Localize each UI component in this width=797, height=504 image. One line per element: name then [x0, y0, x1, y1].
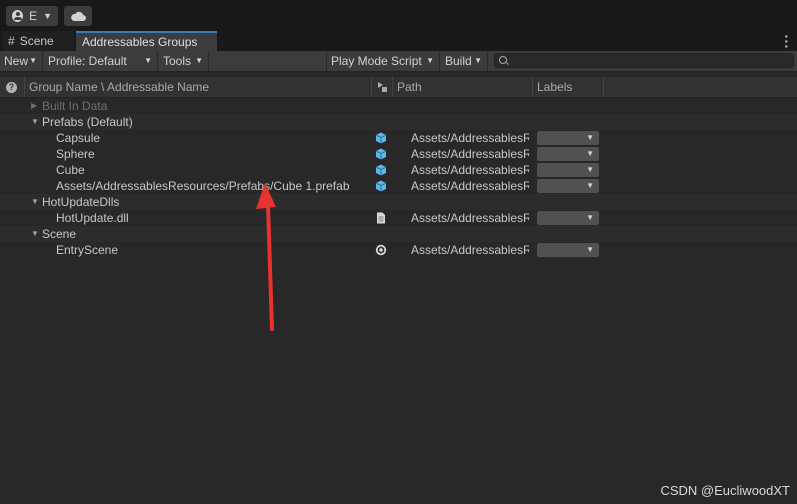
group-name: HotUpdateDlls [42, 195, 120, 209]
entry-name: Capsule [56, 131, 101, 145]
group-row-prefabs[interactable]: ▼ Prefabs (Default) [0, 114, 797, 130]
entry-path: Assets/AddressablesR [411, 243, 529, 257]
expand-arrow-icon[interactable]: ▶ [31, 98, 37, 114]
document-icon [377, 212, 385, 224]
entry-name: Sphere [56, 147, 95, 161]
group-name: Built In Data [42, 99, 108, 113]
column-labels-label: Labels [537, 80, 573, 94]
labels-dropdown[interactable]: ▼ [537, 243, 599, 257]
chevron-down-icon: ▼ [426, 56, 434, 65]
entry-row[interactable]: Cube Assets/AddressablesR ▼ [0, 162, 797, 178]
group-row-scene[interactable]: ▼ Scene [0, 226, 797, 242]
watermark-text: CSDN @EucliwoodXT [660, 483, 790, 498]
tab-addressables-groups[interactable]: Addressables Groups [76, 31, 217, 51]
chevron-down-icon: ▼ [29, 56, 37, 65]
chevron-down-icon: ▼ [195, 56, 203, 65]
labels-dropdown[interactable]: ▼ [537, 163, 599, 177]
collapse-arrow-icon[interactable]: ▼ [31, 194, 39, 210]
entry-path: Assets/AddressablesR [411, 211, 529, 225]
help-column[interactable]: ? [0, 77, 25, 97]
chevron-down-icon: ▼ [586, 181, 594, 190]
more-options-icon[interactable]: · · · [784, 29, 789, 53]
entry-name: Cube [56, 163, 85, 177]
chevron-down-icon: ▼ [586, 149, 594, 158]
asset-type-icon [378, 82, 387, 92]
annotation-arrow-icon [256, 183, 276, 331]
cloud-button[interactable] [64, 6, 92, 26]
account-icon [12, 10, 24, 22]
collapse-arrow-icon[interactable]: ▼ [31, 114, 39, 130]
play-mode-script-dropdown[interactable]: Play Mode Script ▼ [326, 51, 440, 71]
new-label: New [4, 54, 29, 68]
unity-scene-icon [375, 244, 387, 256]
chevron-down-icon: ▼ [144, 56, 152, 65]
entry-row[interactable]: Capsule Assets/AddressablesR ▼ [0, 130, 797, 146]
entry-path: Assets/AddressablesR [411, 131, 529, 145]
prefab-cube-icon [375, 164, 387, 176]
search-icon [499, 56, 507, 64]
entry-row[interactable]: Assets/AddressablesResources/Prefabs/Cub… [0, 178, 797, 194]
group-name: Prefabs (Default) [42, 115, 133, 129]
entry-row[interactable]: HotUpdate.dll Assets/AddressablesR ▼ [0, 210, 797, 226]
column-path-label: Path [397, 80, 422, 94]
addressables-toolbar: New ▼ Profile: Default ▼ Tools ▼ Play Mode … [0, 51, 797, 72]
labels-dropdown[interactable]: ▼ [537, 131, 599, 145]
column-header-name[interactable]: Group Name \ Addressable Name [25, 77, 372, 97]
tools-label: Tools [163, 54, 192, 68]
play-mode-label: Play Mode Script [331, 54, 422, 68]
entry-name: EntryScene [56, 243, 119, 257]
profile-label: Profile: Default [48, 54, 127, 68]
labels-dropdown[interactable]: ▼ [537, 211, 599, 225]
tools-dropdown[interactable]: Tools ▼ [159, 51, 209, 71]
top-bar: E ▼ [0, 0, 797, 31]
chevron-down-icon: ▼ [586, 133, 594, 142]
column-header-labels[interactable]: Labels [533, 77, 604, 97]
collapse-arrow-icon[interactable]: ▼ [31, 226, 39, 242]
new-dropdown[interactable]: New ▼ [0, 51, 43, 71]
prefab-cube-icon [375, 132, 387, 144]
scene-grid-icon: # [8, 34, 15, 48]
column-header-type[interactable] [372, 77, 393, 97]
build-dropdown[interactable]: Build ▼ [441, 51, 488, 71]
cloud-icon [71, 11, 86, 21]
help-icon: ? [6, 82, 17, 93]
entry-path: Assets/AddressablesR [411, 147, 529, 161]
chevron-down-icon: ▼ [43, 11, 52, 21]
entry-path: Assets/AddressablesR [411, 179, 529, 193]
tab-addressables-groups-label: Addressables Groups [82, 35, 198, 49]
entry-name: HotUpdate.dll [56, 211, 129, 225]
profile-dropdown[interactable]: Profile: Default ▼ [44, 51, 158, 71]
tab-scene[interactable]: # Scene [2, 31, 74, 51]
entry-row[interactable]: Sphere Assets/AddressablesR ▼ [0, 146, 797, 162]
tab-scene-label: Scene [19, 34, 54, 48]
prefab-cube-icon [375, 148, 387, 160]
column-header-path[interactable]: Path [393, 77, 533, 97]
search-input[interactable] [494, 53, 794, 68]
labels-dropdown[interactable]: ▼ [537, 179, 599, 193]
chevron-down-icon: ▼ [474, 56, 482, 65]
chevron-down-icon: ▼ [586, 165, 594, 174]
tab-bar: # Scene Addressables Groups · · · [0, 29, 797, 53]
labels-dropdown[interactable]: ▼ [537, 147, 599, 161]
column-name-label: Group Name \ Addressable Name [29, 80, 210, 94]
groups-column-header: ? Group Name \ Addressable Name Path Lab… [0, 77, 797, 98]
chevron-down-icon: ▼ [586, 213, 594, 222]
chevron-down-icon: ▼ [586, 245, 594, 254]
entry-name: Assets/AddressablesResources/Prefabs/Cub… [56, 179, 350, 193]
account-label: E [29, 9, 38, 23]
group-row-built-in-data[interactable]: ▶ Built In Data [0, 98, 797, 114]
account-dropdown[interactable]: E ▼ [6, 6, 58, 26]
group-name: Scene [42, 227, 77, 241]
entry-row[interactable]: EntryScene Assets/AddressablesR ▼ [0, 242, 797, 258]
prefab-cube-icon [375, 180, 387, 192]
build-label: Build [445, 54, 472, 68]
entry-path: Assets/AddressablesR [411, 163, 529, 177]
group-row-hotupdatedlls[interactable]: ▼ HotUpdateDlls [0, 194, 797, 210]
